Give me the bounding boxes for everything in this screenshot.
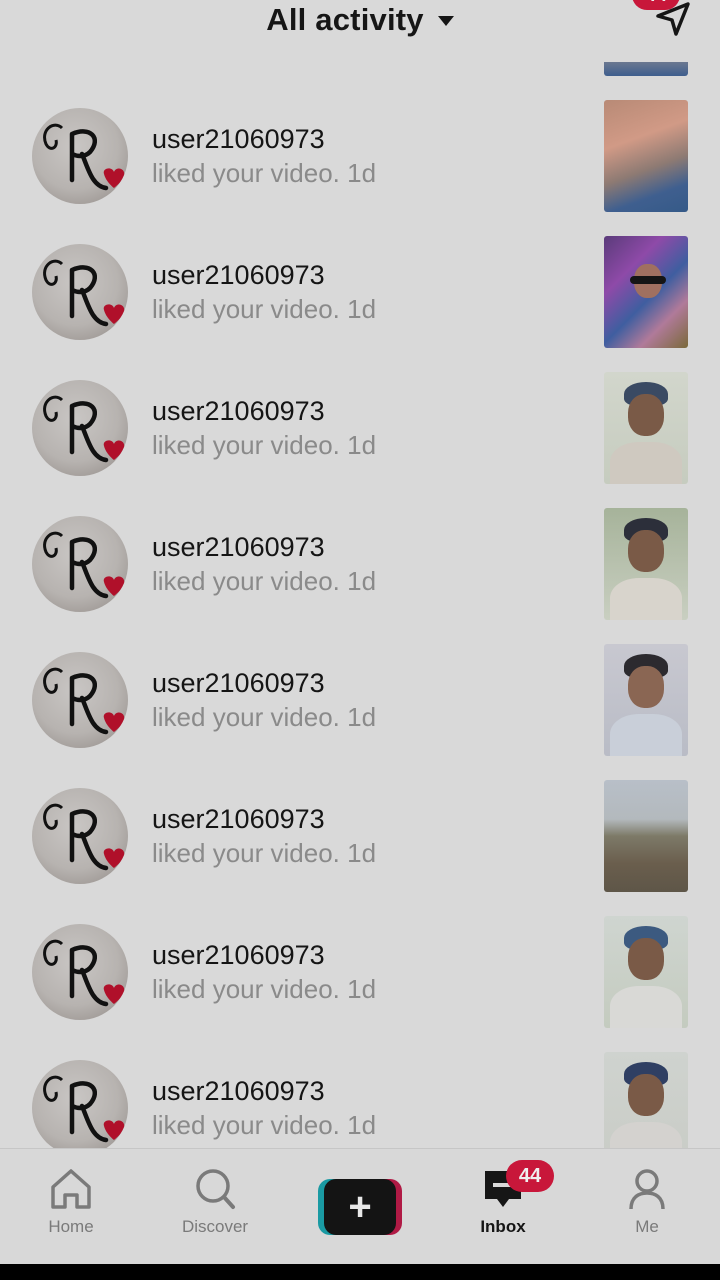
activity-text: liked your video. 1d — [152, 974, 376, 1005]
avatar[interactable] — [32, 924, 128, 1020]
activity-row[interactable]: user21060973 liked your video. 1d — [0, 372, 720, 516]
activity-text: liked your video. 1d — [152, 566, 376, 597]
r-monogram-logo — [43, 395, 125, 463]
username[interactable]: user21060973 — [152, 804, 325, 835]
nav-discover-label[interactable]: Discover — [160, 1217, 270, 1237]
avatar[interactable] — [32, 788, 128, 884]
activity-time: 1d — [347, 1110, 377, 1140]
activity-text: liked your video. 1d — [152, 158, 376, 189]
avatar[interactable] — [32, 516, 128, 612]
activity-time: 1d — [347, 702, 377, 732]
video-thumbnail[interactable] — [604, 508, 688, 620]
video-thumbnail-partial[interactable] — [604, 62, 688, 76]
activity-time: 1d — [347, 158, 377, 188]
header: All activity 44 — [0, 0, 720, 62]
activity-row[interactable]: user21060973 liked your video. 1d — [0, 100, 720, 244]
activity-message: liked your video. — [152, 566, 340, 596]
system-navigation-bar — [0, 1264, 720, 1280]
nav-home-label[interactable]: Home — [16, 1217, 126, 1237]
r-monogram-logo — [43, 939, 125, 1007]
nav-me-label[interactable]: Me — [592, 1217, 702, 1237]
activity-text: liked your video. 1d — [152, 294, 376, 325]
inbox-count-badge: 44 — [506, 1160, 554, 1192]
search-icon[interactable] — [191, 1167, 239, 1211]
avatar[interactable] — [32, 652, 128, 748]
username[interactable]: user21060973 — [152, 940, 325, 971]
profile-icon[interactable] — [623, 1167, 671, 1211]
activity-message: liked your video. — [152, 294, 340, 324]
activity-message: liked your video. — [152, 838, 340, 868]
activity-text: liked your video. 1d — [152, 702, 376, 733]
video-thumbnail[interactable] — [604, 372, 688, 484]
video-thumbnail[interactable] — [604, 916, 688, 1028]
r-monogram-logo — [43, 259, 125, 327]
username[interactable]: user21060973 — [152, 396, 325, 427]
nav-home[interactable]: Home — [16, 1167, 126, 1257]
activity-text: liked your video. 1d — [152, 430, 376, 461]
activity-text: liked your video. 1d — [152, 1110, 376, 1141]
activity-time: 1d — [347, 974, 377, 1004]
activity-message: liked your video. — [152, 974, 340, 1004]
activity-row[interactable]: user21060973 liked your video. 1d — [0, 508, 720, 652]
avatar[interactable] — [32, 380, 128, 476]
activity-row[interactable]: user21060973 liked your video. 1d — [0, 236, 720, 380]
nav-inbox-label[interactable]: Inbox — [448, 1217, 558, 1237]
nav-discover[interactable]: Discover — [160, 1167, 270, 1257]
nav-me[interactable]: Me — [592, 1167, 702, 1257]
username[interactable]: user21060973 — [152, 668, 325, 699]
bottom-navigation: Home Discover + Inbox Me — [0, 1148, 720, 1265]
direct-messages-button[interactable]: 44 — [632, 0, 694, 44]
r-monogram-logo — [43, 667, 125, 735]
video-thumbnail[interactable] — [604, 236, 688, 348]
page-title[interactable]: All activity — [266, 2, 423, 38]
activity-time: 1d — [347, 838, 377, 868]
plus-icon[interactable]: + — [324, 1179, 396, 1235]
username[interactable]: user21060973 — [152, 1076, 325, 1107]
r-monogram-logo — [43, 123, 125, 191]
avatar[interactable] — [32, 244, 128, 340]
video-thumbnail[interactable] — [604, 100, 688, 212]
activity-time: 1d — [347, 430, 377, 460]
activity-row[interactable]: user21060973 liked your video. 1d — [0, 916, 720, 1060]
username[interactable]: user21060973 — [152, 124, 325, 155]
video-thumbnail[interactable] — [604, 780, 688, 892]
r-monogram-logo — [43, 803, 125, 871]
activity-row[interactable]: user21060973 liked your video. 1d — [0, 780, 720, 924]
username[interactable]: user21060973 — [152, 532, 325, 563]
activity-message: liked your video. — [152, 430, 340, 460]
activity-time: 1d — [347, 566, 377, 596]
r-monogram-logo — [43, 1075, 125, 1143]
video-thumbnail[interactable] — [604, 644, 688, 756]
activity-filter-dropdown[interactable]: All activity — [0, 0, 720, 40]
avatar[interactable] — [32, 108, 128, 204]
username[interactable]: user21060973 — [152, 260, 325, 291]
activity-message: liked your video. — [152, 1110, 340, 1140]
avatar[interactable] — [32, 1060, 128, 1156]
r-monogram-logo — [43, 531, 125, 599]
create-video-button[interactable]: + — [318, 1179, 402, 1235]
caret-down-icon[interactable] — [437, 16, 454, 26]
home-icon[interactable] — [47, 1167, 95, 1211]
activity-message: liked your video. — [152, 702, 340, 732]
activity-message: liked your video. — [152, 158, 340, 188]
activity-row[interactable]: user21060973 liked your video. 1d — [0, 644, 720, 788]
activity-time: 1d — [347, 294, 377, 324]
activity-text: liked your video. 1d — [152, 838, 376, 869]
